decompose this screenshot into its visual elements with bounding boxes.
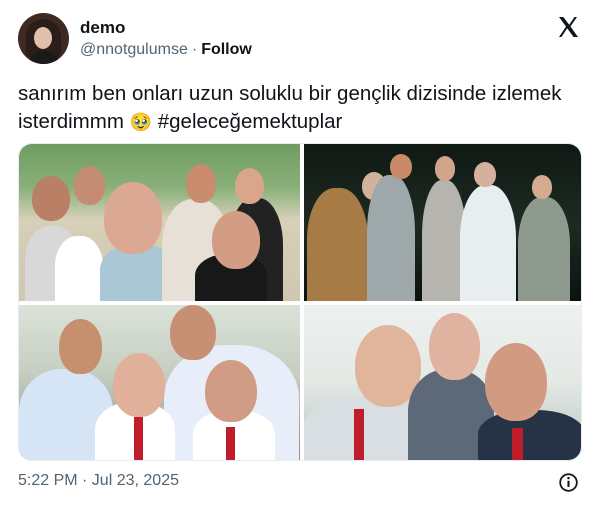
photo-2-face — [532, 175, 552, 199]
photo-4[interactable] — [304, 305, 581, 460]
photo-4-face — [485, 343, 547, 421]
photo-3-face — [170, 305, 216, 360]
photo-3-face — [113, 353, 165, 417]
tweet-timestamp[interactable]: 5:22 PM · Jul 23, 2025 — [18, 472, 179, 490]
info-icon[interactable] — [558, 472, 579, 493]
photo-2[interactable] — [304, 144, 581, 301]
photo-3-tie — [226, 427, 235, 460]
photo-1[interactable] — [19, 144, 300, 301]
photo-2-face — [390, 154, 412, 179]
photo-1-face — [104, 182, 162, 254]
photo-1-face — [74, 166, 105, 205]
tweet-emoji: 🥹 — [129, 112, 153, 132]
user-handle-line: @nnotgulumse · Follow — [80, 41, 252, 59]
photo-3-tie — [134, 417, 143, 460]
photo-4-face — [429, 313, 480, 380]
photo-1-face — [212, 211, 260, 269]
tweet-text: sanırım ben onları uzun soluklu bir genç… — [18, 80, 588, 136]
photo-1-face — [235, 168, 264, 204]
user-name[interactable]: demo — [80, 18, 125, 38]
photo-2-figure — [367, 175, 415, 301]
avatar[interactable] — [18, 13, 69, 64]
photo-1-face — [186, 164, 216, 203]
photo-3-face — [59, 319, 102, 374]
photo-2-face — [435, 156, 455, 181]
photo-3-face — [205, 360, 257, 422]
photo-4-tie — [512, 428, 523, 460]
photo-1-figure — [55, 236, 103, 301]
photo-2-figure — [460, 185, 516, 301]
separator-dot: · — [191, 41, 198, 58]
photo-1-face — [32, 176, 70, 221]
user-handle[interactable]: @nnotgulumse — [80, 41, 188, 58]
media-grid — [18, 143, 582, 461]
photo-3[interactable] — [19, 305, 300, 460]
photo-2-figure — [518, 197, 570, 301]
photo-2-face — [474, 162, 496, 187]
photo-2-figure — [307, 188, 368, 301]
avatar-face — [34, 27, 52, 49]
photo-4-tie — [354, 409, 364, 460]
follow-button[interactable]: Follow — [201, 41, 252, 58]
tweet-hashtag[interactable]: #geleceğemektuplar — [158, 110, 343, 133]
x-logo-icon[interactable] — [556, 15, 580, 39]
